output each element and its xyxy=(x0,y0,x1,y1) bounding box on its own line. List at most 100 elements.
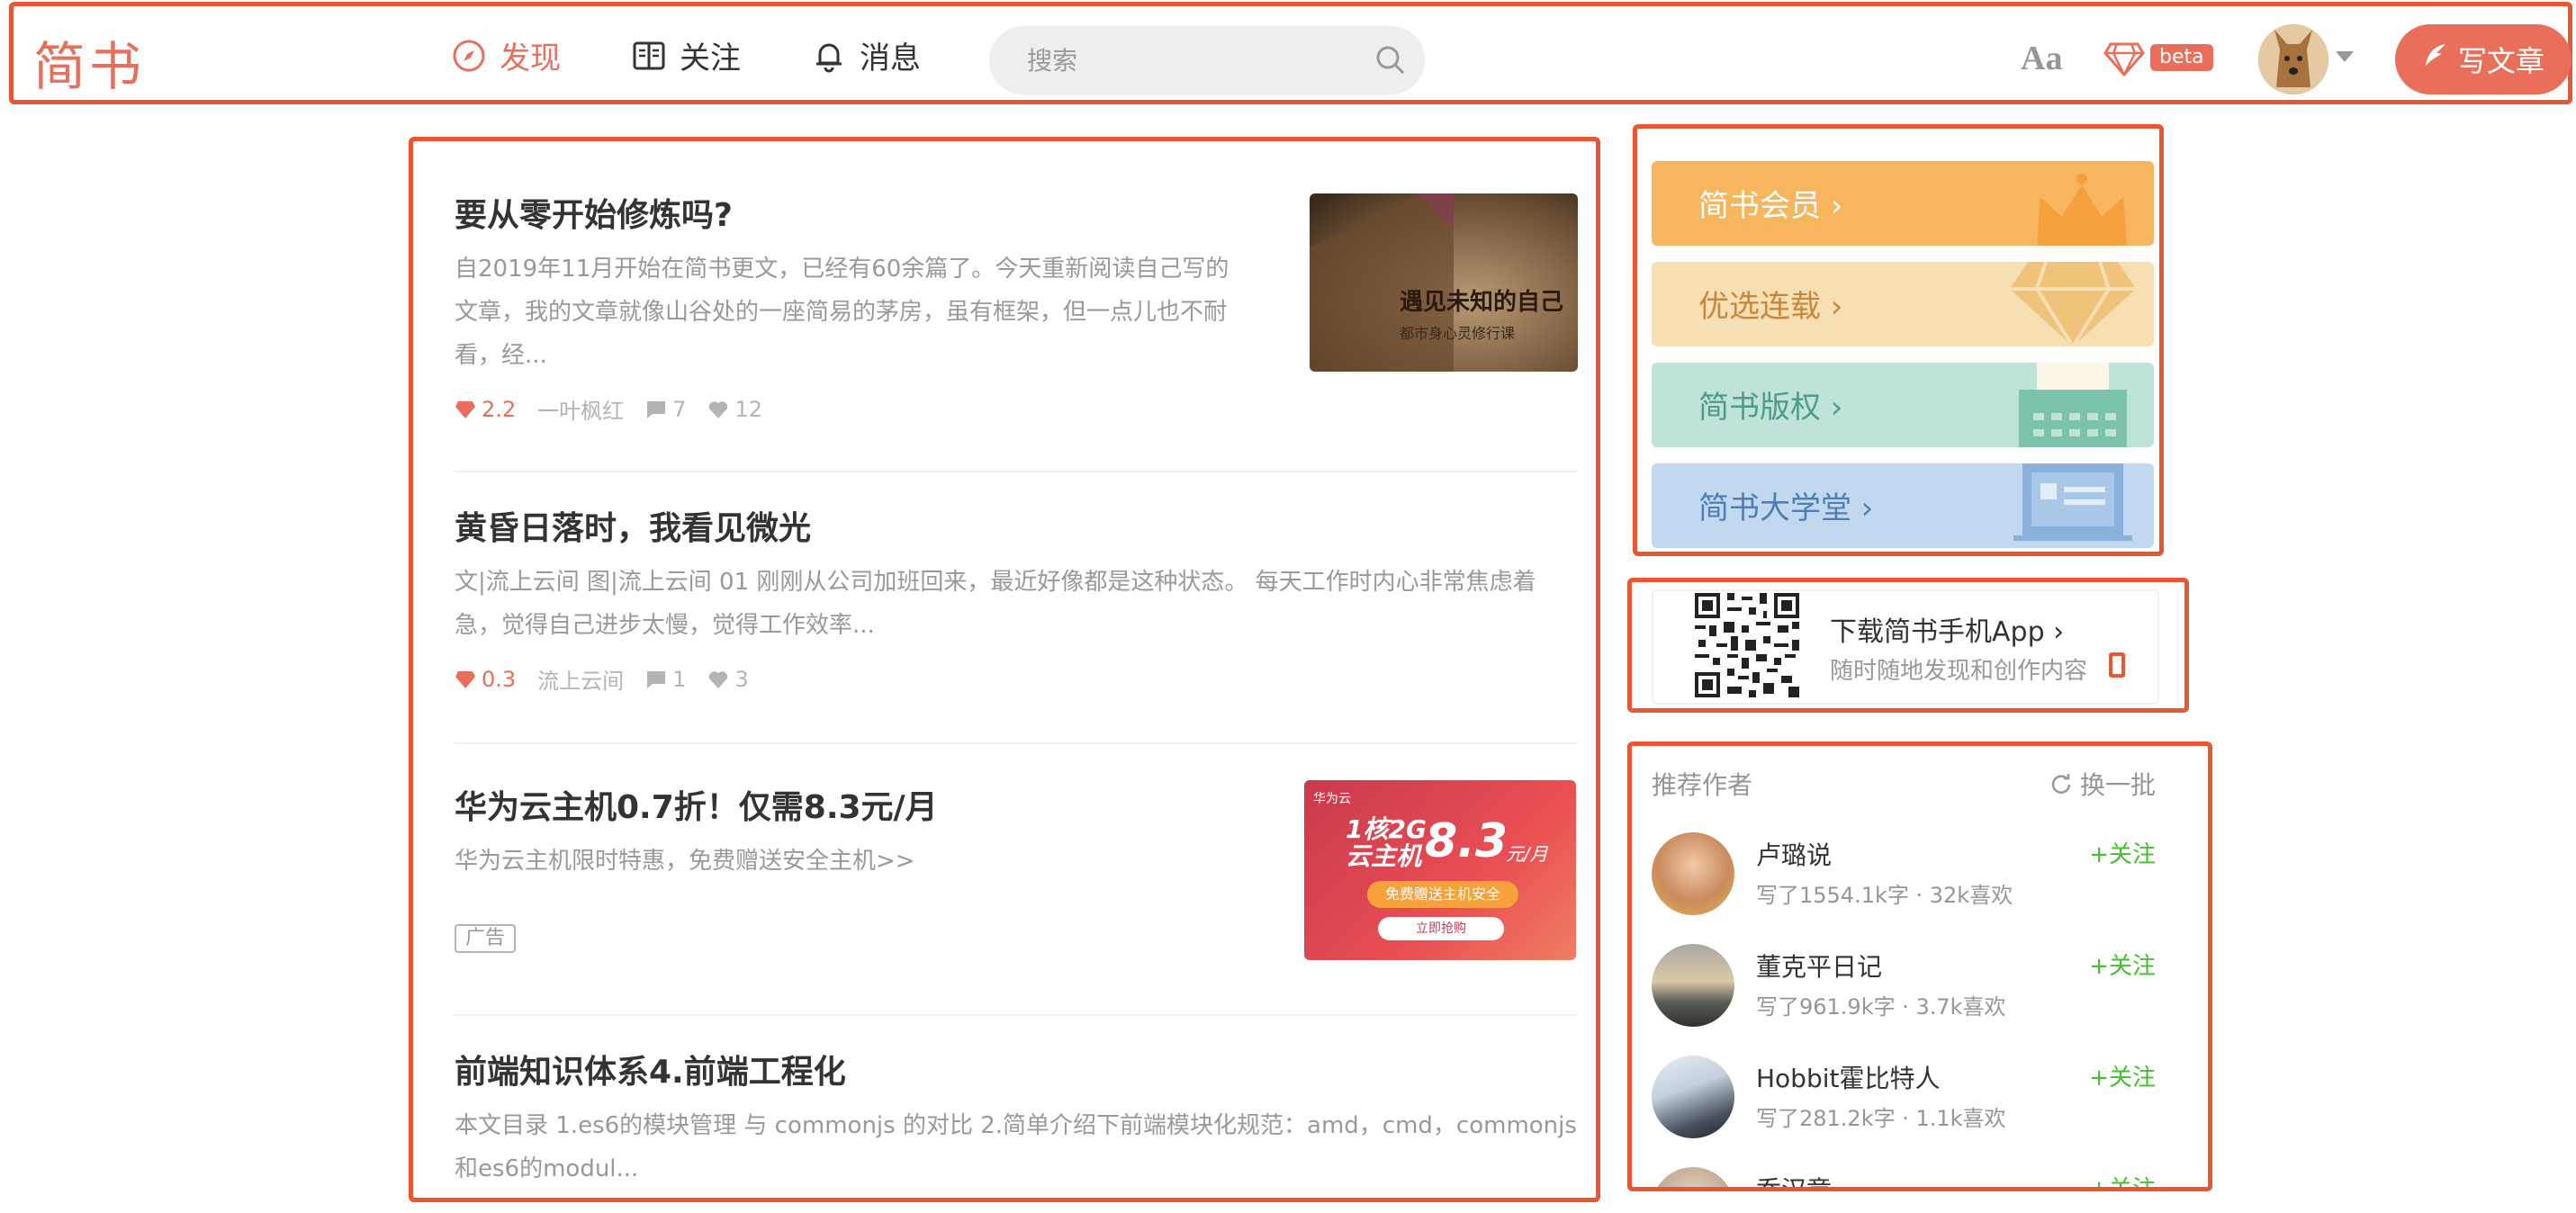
article-title[interactable]: 要从零开始修炼吗? xyxy=(455,193,1247,238)
nav-follow-label: 关注 xyxy=(680,40,741,76)
article-meta: 0.3 流上云间 1 3 xyxy=(455,663,1578,695)
refresh-authors-button[interactable]: 换一批 xyxy=(2049,766,2156,802)
comment-count[interactable]: 7 xyxy=(645,397,686,422)
top-navbar: 简书 发现 关注 消息 Aa beta xyxy=(9,2,2572,104)
qr-code-icon xyxy=(1695,593,1799,697)
follow-button[interactable]: +关注 xyxy=(2089,1171,2156,1187)
banner-university-label: 简书大学堂 › xyxy=(1698,490,1874,526)
author-row: 董克平日记 写了961.9k字 · 3.7k喜欢 +关注 xyxy=(1652,939,2156,1029)
heart-icon xyxy=(709,670,728,688)
typewriter-icon xyxy=(2010,363,2136,447)
write-article-button[interactable]: 写文章 xyxy=(2395,24,2571,94)
thumbnail-subcaption: 都市身心灵修行课 xyxy=(1400,325,1516,342)
comment-count[interactable]: 1 xyxy=(645,667,686,692)
beta-badge: beta xyxy=(2150,44,2213,71)
article-title[interactable]: 前端知识体系4.前端工程化 xyxy=(455,1050,1578,1095)
jsd-count: 0.3 xyxy=(455,667,516,692)
comment-icon xyxy=(647,400,666,418)
author-name[interactable]: 乔汉童 xyxy=(1756,1171,1832,1187)
ad-headline: 1核2G 云主机 xyxy=(1346,814,1427,871)
ad-pill: 免费赠送主机安全 xyxy=(1367,881,1518,908)
article-title[interactable]: 华为云主机0.7折！仅需8.3元/月 xyxy=(455,786,1247,831)
article-author[interactable]: 一叶枫红 xyxy=(537,393,624,425)
diamond-icon xyxy=(2103,40,2145,80)
crown-icon xyxy=(2028,161,2136,246)
article-abstract: 自2019年11月开始在简书更文，已经有60余篇了。今天重新阅读自己写的文章，我… xyxy=(455,256,1229,369)
search-input[interactable] xyxy=(1025,42,1353,80)
banner-copyright-label: 简书版权 › xyxy=(1698,390,1843,426)
avatar[interactable] xyxy=(1652,1167,1734,1187)
nav-follow[interactable]: 关注 xyxy=(631,33,741,77)
ad-item: 华为云主机0.7折！仅需8.3元/月 华为云主机限时特惠，免费赠送安全主机>> … xyxy=(455,780,1578,960)
jsd-count: 2.2 xyxy=(455,397,516,422)
download-app-title: 下载简书手机App › xyxy=(1830,616,2065,648)
avatar[interactable] xyxy=(1652,832,1734,915)
authors-heading: 推荐作者 xyxy=(1652,770,1753,800)
author-stat: 写了1554.1k字 · 32k喜欢 xyxy=(1756,883,2013,908)
avatar[interactable] xyxy=(1652,944,1734,1027)
article-abstract: 文|流上云间 图|流上云间 01 刚刚从公司加班回来，最近好像都是这种状态。 每… xyxy=(455,569,1536,639)
list-item: 要从零开始修炼吗? 自2019年11月开始在简书更文，已经有60余篇了。今天重新… xyxy=(455,193,1578,425)
compass-icon xyxy=(451,38,487,74)
user-avatar[interactable] xyxy=(2258,24,2328,94)
bell-icon xyxy=(811,38,847,74)
divider xyxy=(455,1014,1578,1016)
site-logo[interactable]: 简书 xyxy=(33,24,145,100)
article-abstract: 本文目录 1.es6的模块管理 与 commonjs 的对比 2.简单介绍下前端… xyxy=(455,1112,1577,1182)
diamond-icon xyxy=(2010,262,2136,346)
article-meta: 2.2 一叶枫红 7 12 xyxy=(455,393,1578,425)
screen-icon xyxy=(2010,463,2136,548)
banner-copyright[interactable]: 简书版权 › xyxy=(1652,363,2154,447)
nav-messages[interactable]: 消息 xyxy=(811,33,921,77)
download-app-link[interactable]: 下载简书手机App › 随时随地发现和创作内容 xyxy=(1652,589,2159,705)
divider xyxy=(455,471,1578,472)
ad-buy-button[interactable]: 立即抢购 xyxy=(1378,917,1504,940)
refresh-icon xyxy=(2051,774,2071,794)
search-icon[interactable] xyxy=(1373,42,1409,78)
chevron-down-icon[interactable] xyxy=(2336,51,2354,62)
banner-serial-label: 优选连载 › xyxy=(1698,289,1843,325)
article-thumbnail[interactable]: 遇见未知的自己 都市身心灵修行课 xyxy=(1310,193,1578,372)
nav-discover-label: 发现 xyxy=(500,40,561,76)
author-stat: 写了281.2k字 · 1.1k喜欢 xyxy=(1756,1106,2006,1131)
beta-diamond-link[interactable]: beta xyxy=(2103,37,2213,82)
banner-university[interactable]: 简书大学堂 › xyxy=(1652,463,2154,548)
article-title[interactable]: 黄昏日落时，我看见微光 xyxy=(455,507,1578,552)
comment-icon xyxy=(647,670,666,688)
article-list: 要从零开始修炼吗? 自2019年11月开始在简书更文，已经有60余篇了。今天重新… xyxy=(409,137,1600,1202)
like-count: 12 xyxy=(707,397,762,422)
font-size-toggle[interactable]: Aa xyxy=(2021,39,2062,78)
list-item: 前端知识体系4.前端工程化 本文目录 1.es6的模块管理 与 commonjs… xyxy=(455,1050,1578,1191)
banner-vip-label: 简书会员 › xyxy=(1698,188,1843,224)
nav-messages-label: 消息 xyxy=(860,40,921,76)
author-stat: 写了961.9k字 · 3.7k喜欢 xyxy=(1756,994,2006,1020)
thumbnail-caption: 遇见未知的自己 xyxy=(1400,289,1564,316)
author-row: 卢璐说 写了1554.1k字 · 32k喜欢 +关注 xyxy=(1652,827,2156,917)
banner-vip[interactable]: 简书会员 › xyxy=(1652,161,2154,246)
diamond-icon xyxy=(455,670,475,688)
like-count: 3 xyxy=(707,667,749,692)
diamond-icon xyxy=(455,400,475,418)
author-name[interactable]: Hobbit霍比特人 xyxy=(1756,1059,1941,1095)
huawei-cloud-logo: 华为云 xyxy=(1313,792,1351,806)
phone-icon xyxy=(2109,652,2125,678)
divider xyxy=(455,742,1578,744)
article-author[interactable]: 流上云间 xyxy=(537,663,624,695)
banner-serial[interactable]: 优选连载 › xyxy=(1652,262,2154,346)
ad-banner-image[interactable]: 华为云 1核2G 云主机 8.3 元/月 免费赠送主机安全 立即抢购 xyxy=(1304,780,1576,960)
author-name[interactable]: 卢璐说 xyxy=(1756,836,1832,872)
author-name[interactable]: 董克平日记 xyxy=(1756,948,1882,984)
author-row: 乔汉童 +关注 xyxy=(1652,1162,2156,1187)
authors-header: 推荐作者 换一批 xyxy=(1652,766,2156,802)
feather-icon xyxy=(2422,42,2449,76)
ad-tag: 广告 xyxy=(455,924,517,953)
follow-button[interactable]: +关注 xyxy=(2089,948,2156,981)
follow-button[interactable]: +关注 xyxy=(2089,1059,2156,1092)
ad-price-unit: 元/月 xyxy=(1506,843,1548,865)
article-abstract: 华为云主机限时特惠，免费赠送安全主机>> xyxy=(455,848,915,875)
nav-discover[interactable]: 发现 xyxy=(451,33,561,77)
avatar[interactable] xyxy=(1652,1056,1734,1138)
list-item: 黄昏日落时，我看见微光 文|流上云间 图|流上云间 01 刚刚从公司加班回来，最… xyxy=(455,507,1578,695)
follow-button[interactable]: +关注 xyxy=(2089,836,2156,869)
search-box xyxy=(989,26,1425,94)
